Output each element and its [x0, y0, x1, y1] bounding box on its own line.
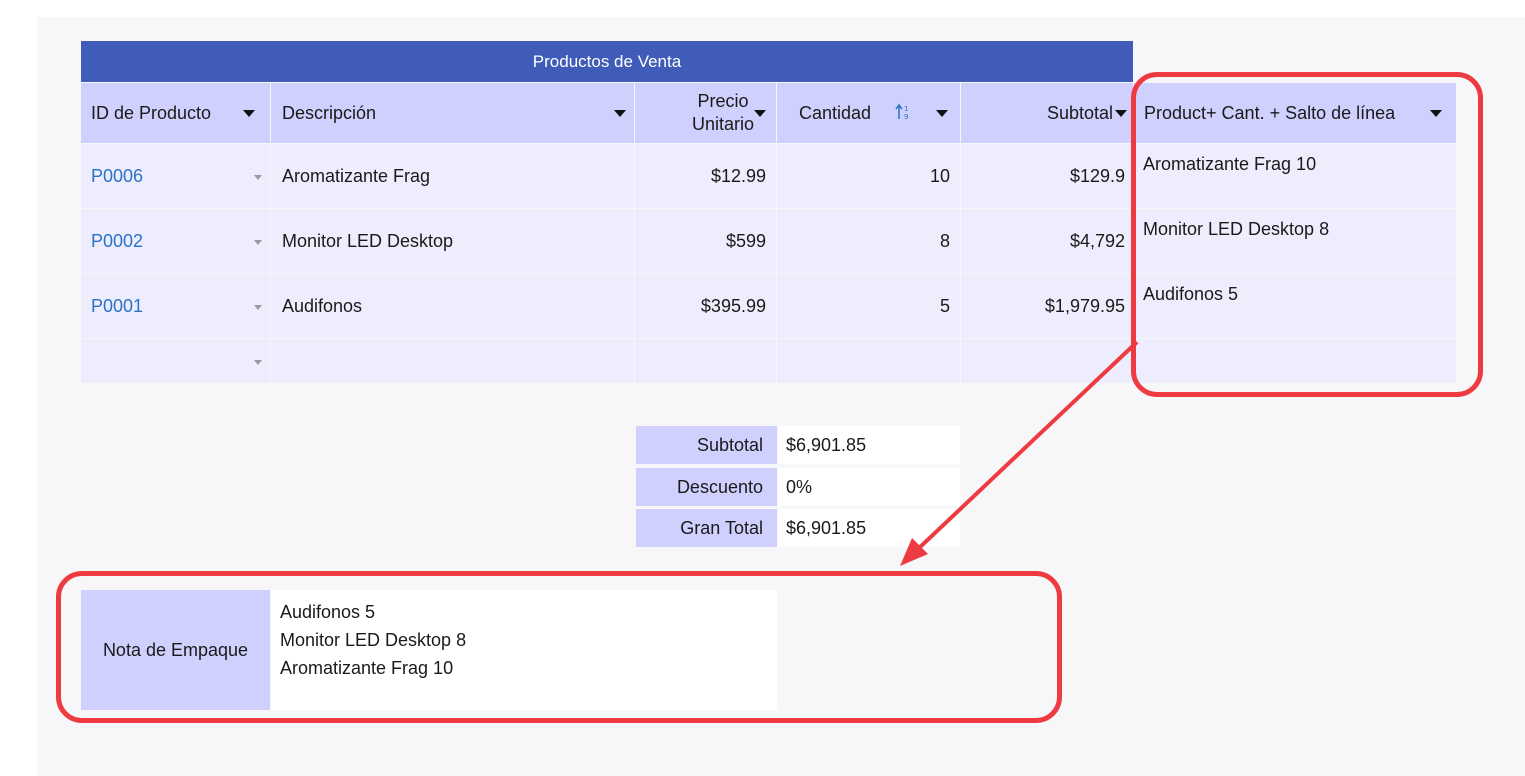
sort-dropdown-icon[interactable] — [614, 110, 626, 117]
cell-descripcion[interactable]: Monitor LED Desktop — [271, 209, 634, 273]
header-cantidad[interactable]: Cantidad 1 9 — [777, 83, 960, 143]
cell-cantidad[interactable] — [777, 339, 960, 383]
sort-dropdown-icon[interactable] — [936, 110, 948, 117]
header-id-producto[interactable]: ID de Producto — [81, 83, 270, 143]
cell-subtotal — [961, 339, 1133, 383]
cell-id[interactable]: P0006 — [81, 144, 270, 208]
row-dropdown-icon[interactable] — [254, 175, 262, 180]
gran-total-label: Gran Total — [636, 509, 777, 547]
header-precio-label-line2: Unitario — [691, 114, 754, 134]
header-cantidad-label: Cantidad — [799, 102, 872, 123]
cell-id[interactable]: P0002 — [81, 209, 270, 273]
descuento-value[interactable]: 0% — [778, 468, 960, 506]
cell-subtotal: $4,792 — [961, 209, 1133, 273]
svg-text:1: 1 — [904, 105, 908, 113]
header-subtotal-label: Subtotal — [1046, 102, 1113, 123]
subtotal-label: Subtotal — [636, 426, 777, 464]
sort-ascending-icon[interactable]: 1 9 — [895, 103, 911, 121]
cell-precio[interactable] — [635, 339, 776, 383]
header-descripcion-label: Descripción — [282, 102, 377, 123]
cell-precio[interactable]: $599 — [635, 209, 776, 273]
cell-id[interactable] — [81, 339, 270, 383]
cell-cantidad[interactable]: 5 — [777, 274, 960, 338]
product-id-link[interactable]: P0006 — [91, 166, 143, 187]
cell-cantidad[interactable]: 8 — [777, 209, 960, 273]
cell-cantidad[interactable]: 10 — [777, 144, 960, 208]
cell-precio[interactable]: $395.99 — [635, 274, 776, 338]
row-dropdown-icon[interactable] — [254, 240, 262, 245]
sort-dropdown-icon[interactable] — [243, 110, 255, 117]
row-dropdown-icon[interactable] — [254, 360, 262, 365]
subtotal-value: $6,901.85 — [778, 426, 960, 464]
descuento-label: Descuento — [636, 468, 777, 506]
cell-descripcion[interactable] — [271, 339, 634, 383]
product-id-link[interactable]: P0002 — [91, 231, 143, 252]
gran-total-value: $6,901.85 — [778, 509, 960, 547]
header-descripcion[interactable]: Descripción — [271, 83, 634, 143]
svg-text:9: 9 — [904, 113, 908, 121]
sort-dropdown-icon[interactable] — [1115, 110, 1127, 117]
header-subtotal[interactable]: Subtotal — [961, 83, 1133, 143]
cell-subtotal: $1,979.95 — [961, 274, 1133, 338]
row-dropdown-icon[interactable] — [254, 305, 262, 310]
cell-descripcion[interactable]: Aromatizante Frag — [271, 144, 634, 208]
annotation-highlight-column — [1131, 72, 1483, 397]
cell-id[interactable]: P0001 — [81, 274, 270, 338]
cell-subtotal: $129.9 — [961, 144, 1133, 208]
annotation-highlight-nota — [56, 571, 1062, 723]
header-id-label: ID de Producto — [91, 102, 212, 123]
header-precio-label-line1: Precio — [697, 91, 749, 111]
product-id-link[interactable]: P0001 — [91, 296, 143, 317]
cell-descripcion[interactable]: Audifonos — [271, 274, 634, 338]
cell-precio[interactable]: $12.99 — [635, 144, 776, 208]
sort-dropdown-icon[interactable] — [754, 110, 766, 117]
table-title: Productos de Venta — [81, 41, 1133, 82]
header-precio-unitario[interactable]: Precio Unitario — [635, 83, 776, 143]
